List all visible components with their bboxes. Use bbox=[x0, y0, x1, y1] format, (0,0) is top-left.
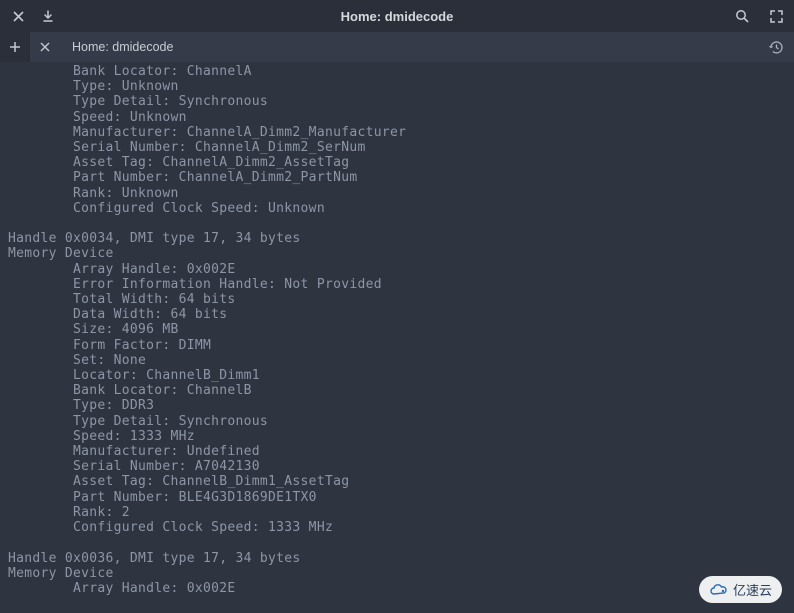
window-title: Home: dmidecode bbox=[0, 9, 794, 24]
tab-label[interactable]: Home: dmidecode bbox=[60, 32, 185, 62]
terminal-line: Bank Locator: ChannelB bbox=[8, 383, 786, 398]
history-icon[interactable] bbox=[768, 39, 784, 55]
tab-bar: Home: dmidecode bbox=[0, 32, 794, 62]
terminal-line: Manufacturer: ChannelA_Dimm2_Manufacture… bbox=[8, 125, 786, 140]
terminal-line: Handle 0x0034, DMI type 17, 34 bytes bbox=[8, 231, 786, 246]
terminal-line: Asset Tag: ChannelB_Dimm1_AssetTag bbox=[8, 474, 786, 489]
terminal-line: Configured Clock Speed: Unknown bbox=[8, 201, 786, 216]
terminal-line: Data Width: 64 bits bbox=[8, 307, 786, 322]
terminal-line: Rank: 2 bbox=[8, 505, 786, 520]
titlebar-right bbox=[734, 8, 784, 24]
terminal-output[interactable]: Bank Locator: ChannelA Type: Unknown Typ… bbox=[0, 62, 794, 596]
terminal-line: Speed: Unknown bbox=[8, 110, 786, 125]
watermark-badge: 亿速云 bbox=[699, 576, 782, 603]
terminal-line: Array Handle: 0x002E bbox=[8, 581, 786, 596]
terminal-line: Configured Clock Speed: 1333 MHz bbox=[8, 520, 786, 535]
terminal-line: Total Width: 64 bits bbox=[8, 292, 786, 307]
search-icon[interactable] bbox=[734, 8, 750, 24]
terminal-line: Set: None bbox=[8, 353, 786, 368]
terminal-line: Handle 0x0036, DMI type 17, 34 bytes bbox=[8, 551, 786, 566]
terminal-line: Array Handle: 0x002E bbox=[8, 262, 786, 277]
terminal-line bbox=[8, 535, 786, 550]
terminal-line: Type Detail: Synchronous bbox=[8, 94, 786, 109]
fullscreen-icon[interactable] bbox=[768, 8, 784, 24]
close-tab-button[interactable] bbox=[30, 32, 60, 62]
terminal-line: Asset Tag: ChannelA_Dimm2_AssetTag bbox=[8, 155, 786, 170]
terminal-line: Type: DDR3 bbox=[8, 398, 786, 413]
terminal-line: Manufacturer: Undefined bbox=[8, 444, 786, 459]
tabbar-right bbox=[768, 32, 784, 62]
terminal-line: Serial Number: ChannelA_Dimm2_SerNum bbox=[8, 140, 786, 155]
watermark-text: 亿速云 bbox=[733, 580, 772, 599]
terminal-line: Locator: ChannelB_Dimm1 bbox=[8, 368, 786, 383]
terminal-line: Rank: Unknown bbox=[8, 186, 786, 201]
close-window-button[interactable] bbox=[10, 8, 26, 24]
new-tab-button[interactable] bbox=[0, 32, 30, 62]
window-titlebar: Home: dmidecode bbox=[0, 0, 794, 32]
terminal-line: Memory Device bbox=[8, 566, 786, 581]
download-icon[interactable] bbox=[40, 8, 56, 24]
terminal-line: Memory Device bbox=[8, 246, 786, 261]
cloud-icon bbox=[709, 583, 729, 597]
terminal-line: Form Factor: DIMM bbox=[8, 338, 786, 353]
terminal-line: Size: 4096 MB bbox=[8, 322, 786, 337]
terminal-line: Serial Number: A7042130 bbox=[8, 459, 786, 474]
terminal-line: Bank Locator: ChannelA bbox=[8, 64, 786, 79]
terminal-line: Type: Unknown bbox=[8, 79, 786, 94]
terminal-line: Speed: 1333 MHz bbox=[8, 429, 786, 444]
terminal-line: Type Detail: Synchronous bbox=[8, 414, 786, 429]
terminal-line bbox=[8, 216, 786, 231]
titlebar-left bbox=[10, 8, 56, 24]
terminal-line: Error Information Handle: Not Provided bbox=[8, 277, 786, 292]
terminal-line: Part Number: BLE4G3D1869DE1TX0 bbox=[8, 490, 786, 505]
terminal-line: Part Number: ChannelA_Dimm2_PartNum bbox=[8, 170, 786, 185]
